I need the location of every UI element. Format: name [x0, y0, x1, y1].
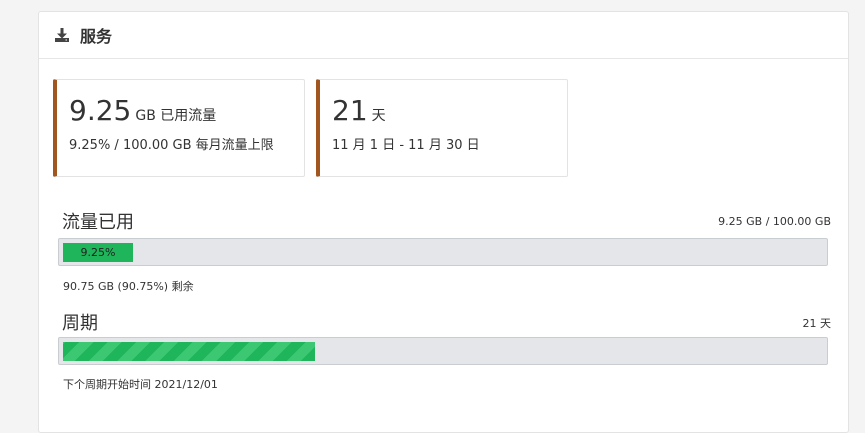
- cycle-progress-track: [58, 337, 828, 365]
- days-card: 21 天 11 月 1 日 - 11 月 30 日: [316, 79, 568, 177]
- traffic-section-title: 流量已用: [62, 212, 134, 233]
- panel-header: 服务: [39, 12, 848, 59]
- cycle-section-title: 周期: [62, 313, 98, 334]
- traffic-progress-label: 9.25%: [80, 246, 116, 259]
- traffic-progress-fill: 9.25%: [63, 243, 133, 262]
- days-value: 21: [332, 94, 368, 127]
- traffic-remaining-text: 90.75 GB (90.75%) 剩余: [63, 280, 194, 293]
- traffic-summary: 9.25 GB / 100.00 GB: [718, 215, 831, 228]
- traffic-used-value: 9.25: [69, 94, 132, 127]
- traffic-used-card: 9.25 GB 已用流量 9.25% / 100.00 GB 每月流量上限: [53, 79, 305, 177]
- panel-title: 服务: [80, 27, 113, 46]
- traffic-used-unit: GB 已用流量: [135, 108, 217, 124]
- service-panel: 服务 9.25 GB 已用流量 9.25% / 100.00 GB 每月流量上限 …: [38, 11, 849, 433]
- cycle-range-text: 11 月 1 日 - 11 月 30 日: [332, 138, 480, 153]
- days-unit: 天: [371, 108, 386, 124]
- next-cycle-text: 下个周期开始时间 2021/12/01: [63, 378, 218, 391]
- cycle-summary: 21 天: [802, 317, 832, 330]
- traffic-limit-text: 9.25% / 100.00 GB 每月流量上限: [69, 138, 274, 153]
- download-icon: [54, 27, 70, 43]
- cycle-progress-fill: [63, 342, 315, 361]
- traffic-progress-track: 9.25%: [58, 238, 828, 266]
